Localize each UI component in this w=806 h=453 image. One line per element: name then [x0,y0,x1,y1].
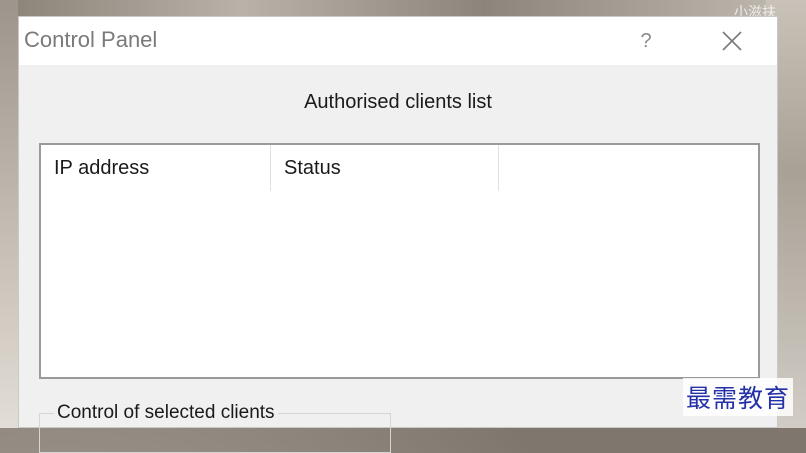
control-panel-dialog: Control Panel ? Authorised clients list … [18,16,778,453]
close-icon [722,31,742,51]
close-button[interactable] [709,19,755,63]
title-bar[interactable]: Control Panel ? [19,17,777,65]
authorised-clients-list[interactable]: IP address Status [39,143,760,379]
selected-clients-groupbox: Control of selected clients [39,402,391,453]
column-header-status[interactable]: Status [271,145,499,191]
column-header-empty[interactable] [499,145,758,191]
watermark-logo: 最需教育 [683,378,794,416]
background-texture-left [0,0,18,428]
authorised-clients-heading: Authorised clients list [304,91,492,113]
group-label: Control of selected clients [54,402,278,424]
help-button[interactable]: ? [623,19,669,63]
list-header: IP address Status [41,145,758,193]
window-title: Control Panel [24,27,158,52]
column-header-ip-address[interactable]: IP address [41,145,271,191]
